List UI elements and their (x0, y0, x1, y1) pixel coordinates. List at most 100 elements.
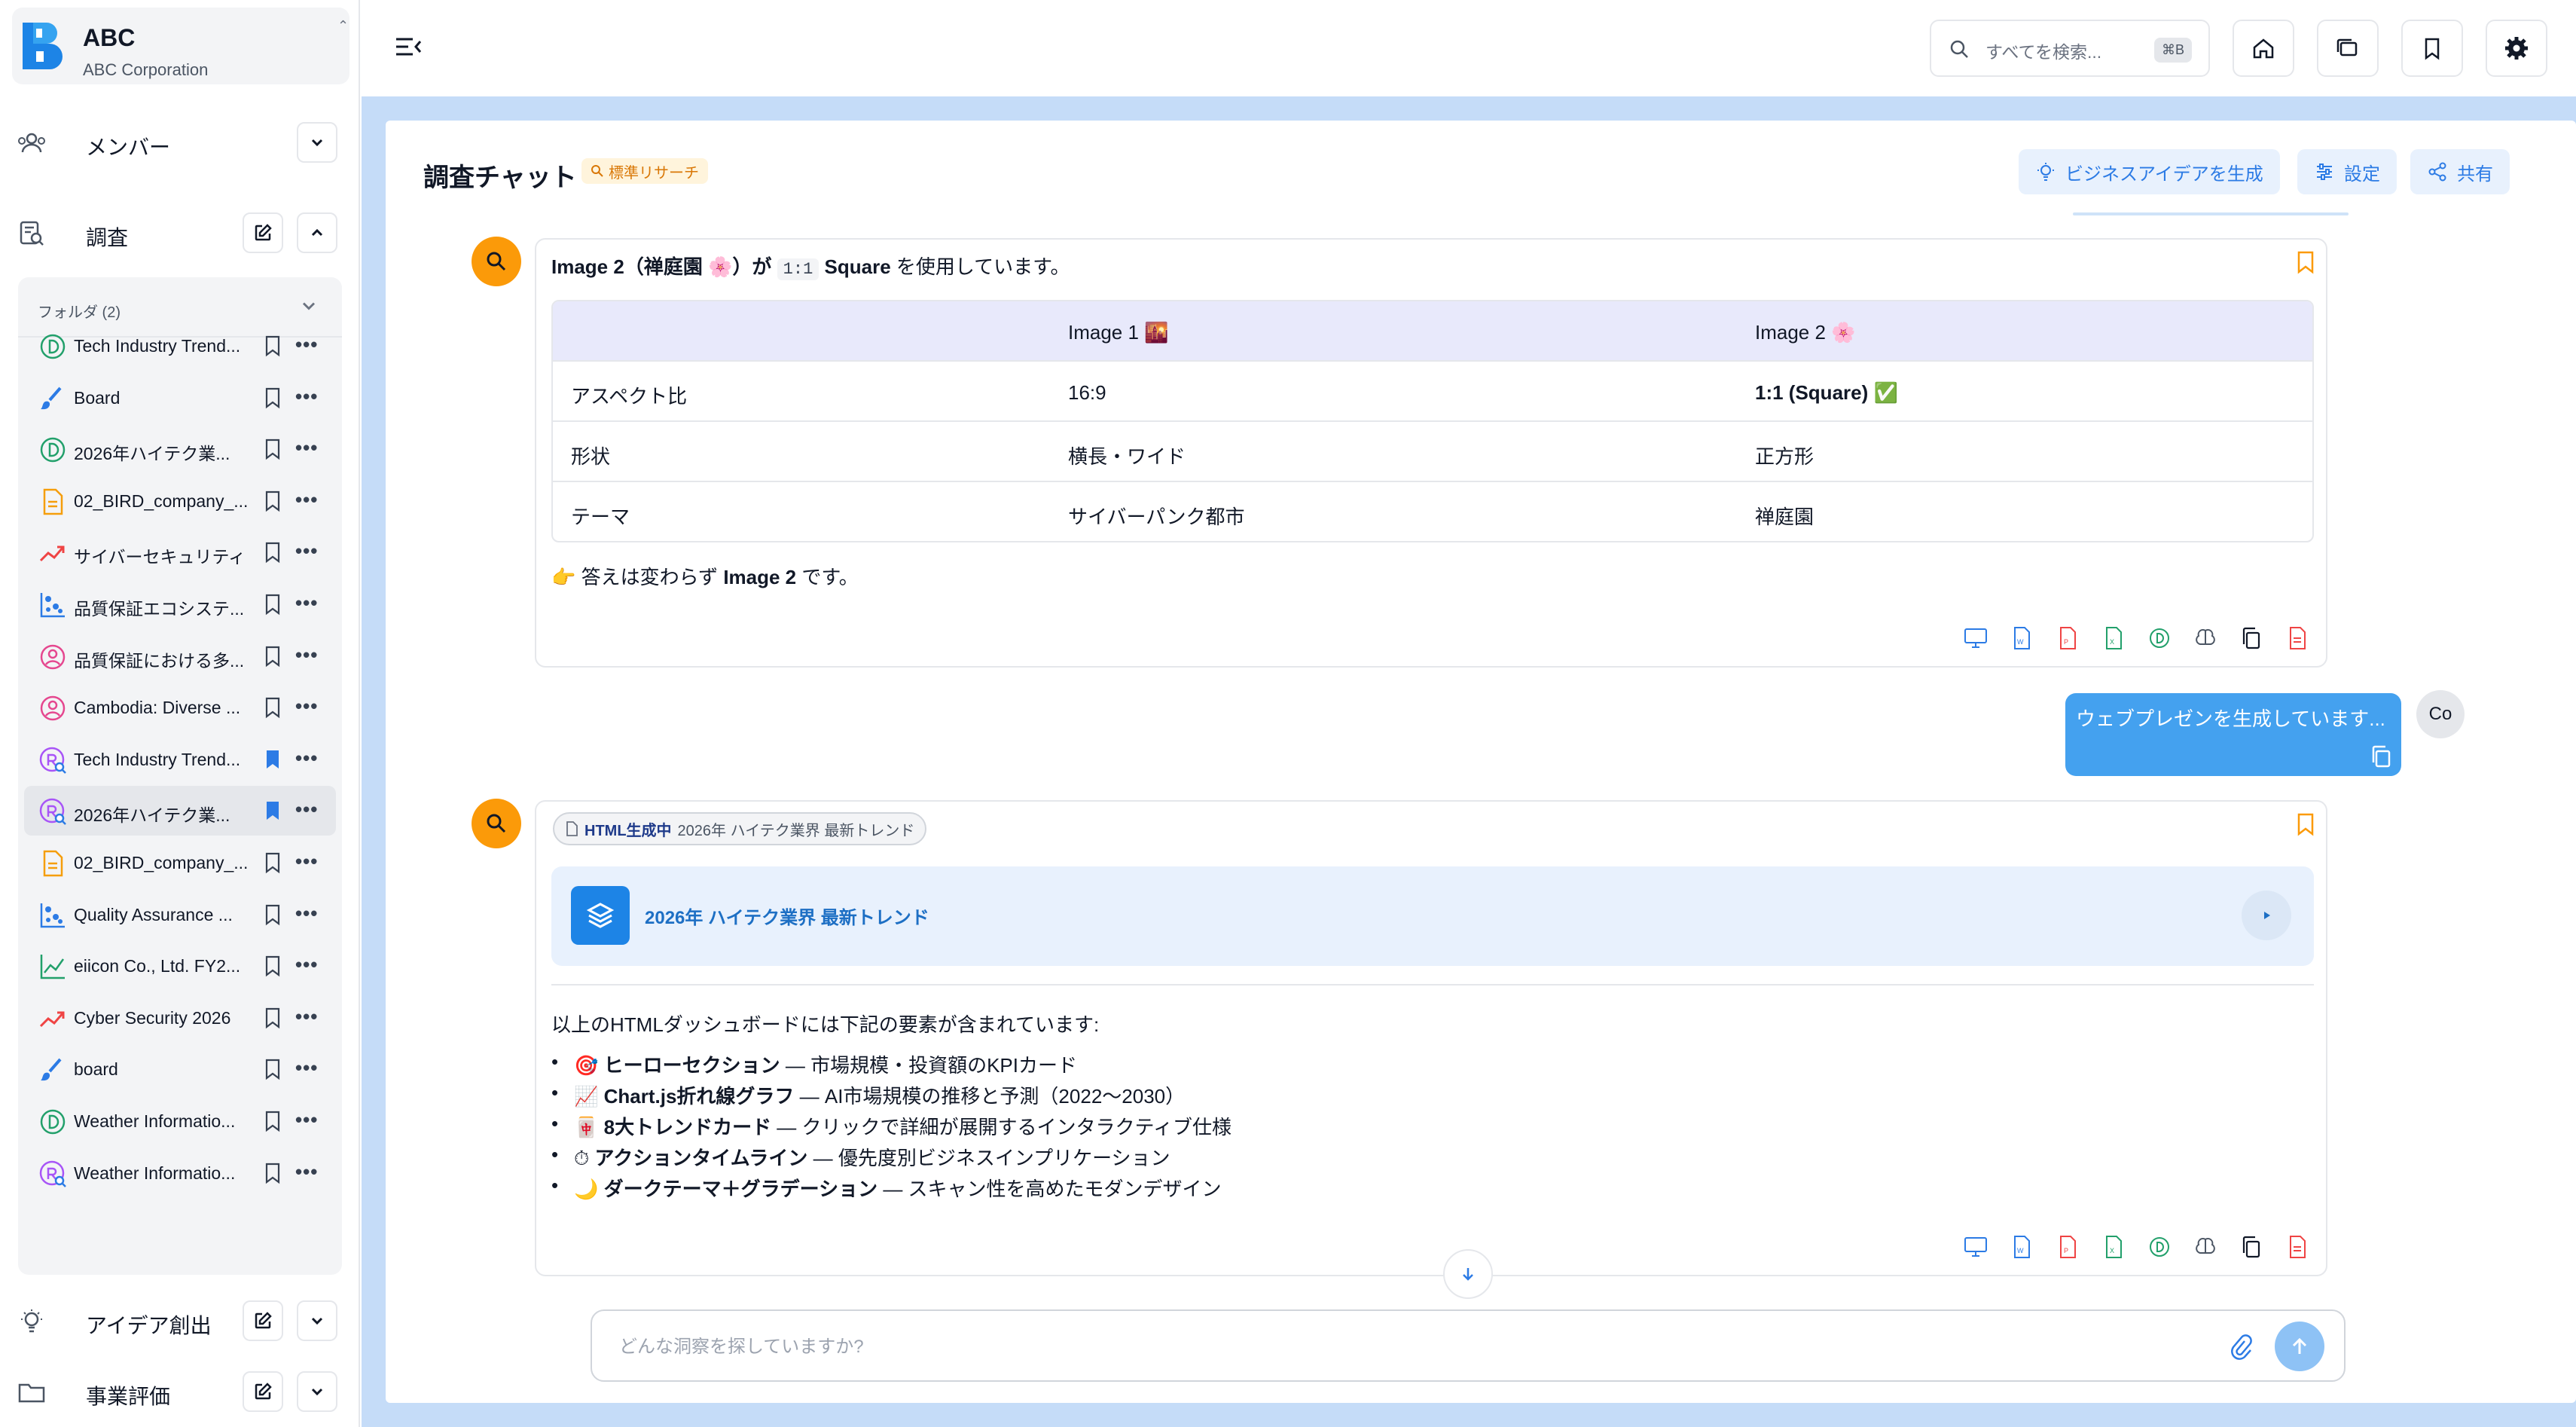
home-button[interactable] (2233, 20, 2294, 77)
bookmark-icon[interactable] (264, 335, 282, 357)
section-research[interactable]: 調査 (0, 203, 360, 264)
sidebar-research-item[interactable]: Weather Informatio... ••• (24, 1148, 336, 1198)
more-options-icon[interactable]: ••• (295, 902, 318, 925)
bookmark-icon[interactable] (264, 438, 282, 460)
library-button[interactable] (2317, 20, 2379, 77)
more-options-icon[interactable]: ••• (295, 1108, 318, 1132)
copy-icon[interactable] (2239, 625, 2264, 651)
bookmark-icon[interactable] (264, 1007, 282, 1029)
more-options-icon[interactable]: ••• (295, 747, 318, 770)
d-circle-icon[interactable] (2147, 1234, 2172, 1260)
d-circle-icon[interactable] (2147, 625, 2172, 651)
bookmark-icon[interactable] (2296, 250, 2315, 274)
artifact-open-button[interactable] (2242, 891, 2291, 940)
more-options-icon[interactable]: ••• (295, 591, 318, 615)
monitor-icon[interactable] (1963, 1234, 1988, 1260)
sidebar-research-item[interactable]: board ••• (24, 1044, 336, 1094)
sidebar-research-item[interactable]: 品質保証における多... ••• (24, 631, 336, 681)
research-collapse-button[interactable] (297, 212, 337, 253)
section-members[interactable]: メンバー (0, 113, 360, 173)
sidebar-research-item[interactable]: 品質保証エコシステ... ••• (24, 579, 336, 629)
evaluation-expand-button[interactable] (297, 1371, 337, 1412)
more-options-icon[interactable]: ••• (295, 333, 318, 356)
bookmark-icon[interactable] (264, 645, 282, 668)
word-doc-icon[interactable]: W (2009, 1234, 2034, 1260)
bookmark-icon[interactable] (264, 541, 282, 564)
word-doc-icon[interactable]: W (2009, 625, 2034, 651)
artifact-card[interactable]: 2026年 ハイテク業界 最新トレンド (551, 866, 2314, 966)
paperclip-icon[interactable] (2227, 1332, 2254, 1362)
more-options-icon[interactable]: ••• (295, 850, 318, 873)
table-header-cell: Image 1 🌇 (1068, 321, 1169, 344)
sidebar-research-item[interactable]: 02_BIRD_company_... ••• (24, 838, 336, 888)
sidebar-research-item[interactable]: Board ••• (24, 373, 336, 423)
sidebar-research-item[interactable]: Tech Industry Trend... ••• (24, 321, 336, 371)
sidebar-research-item[interactable]: Tech Industry Trend... ••• (24, 735, 336, 784)
generate-ideas-button[interactable]: ビジネスアイデアを生成 (2019, 149, 2280, 194)
research-new-button[interactable] (243, 212, 283, 253)
more-options-icon[interactable]: ••• (295, 953, 318, 976)
bookmark-icon[interactable] (264, 696, 282, 719)
sidebar-research-item[interactable]: eiicon Co., Ltd. FY2... ••• (24, 941, 336, 991)
ideas-new-button[interactable] (243, 1300, 283, 1341)
sidebar-research-item[interactable]: Weather Informatio... ••• (24, 1096, 336, 1146)
bookmark-icon[interactable] (264, 955, 282, 977)
bookmarks-button[interactable] (2401, 20, 2463, 77)
bookmark-icon[interactable] (264, 851, 282, 874)
sidebar-research-item[interactable]: Quality Assurance ... ••• (24, 890, 336, 940)
chevron-updown-icon[interactable]: ⌃ (337, 18, 349, 34)
brain-icon[interactable] (2193, 625, 2218, 651)
chat-settings-button[interactable]: 設定 (2297, 149, 2397, 194)
copy-icon[interactable] (2370, 744, 2392, 769)
bookmark-icon[interactable] (264, 593, 282, 616)
chat-input[interactable] (619, 1331, 2201, 1364)
evaluation-new-button[interactable] (243, 1371, 283, 1412)
sidebar-toggle-icon[interactable] (393, 32, 423, 62)
more-options-icon[interactable]: ••• (295, 1005, 318, 1028)
monitor-icon[interactable] (1963, 625, 1988, 651)
copy-icon[interactable] (2239, 1234, 2264, 1260)
bookmark-icon[interactable] (264, 1110, 282, 1132)
more-options-icon[interactable]: ••• (295, 798, 318, 821)
brain-icon[interactable] (2193, 1234, 2218, 1260)
pdf-doc-icon[interactable]: P (2055, 625, 2080, 651)
section-evaluation[interactable]: 事業評価 (0, 1362, 360, 1422)
excel-doc-icon[interactable]: X (2101, 625, 2126, 651)
bookmark-icon[interactable] (264, 748, 282, 771)
more-options-icon[interactable]: ••• (295, 643, 318, 667)
org-switcher[interactable]: ABC ABC Corporation ⌃ (12, 8, 349, 84)
more-options-icon[interactable]: ••• (295, 1056, 318, 1080)
settings-button[interactable] (2486, 20, 2547, 77)
global-search[interactable]: すべてを検索... ⌘B (1930, 20, 2210, 77)
more-options-icon[interactable]: ••• (295, 488, 318, 512)
sidebar-research-item[interactable]: 2026年ハイテク業... ••• (24, 786, 336, 836)
sidebar-research-item[interactable]: 2026年ハイテク業... ••• (24, 424, 336, 474)
bookmark-icon[interactable] (264, 1162, 282, 1184)
more-options-icon[interactable]: ••• (295, 695, 318, 718)
bookmark-icon[interactable] (2296, 812, 2315, 836)
more-options-icon[interactable]: ••• (295, 1160, 318, 1184)
report-doc-icon[interactable] (2285, 625, 2310, 651)
more-options-icon[interactable]: ••• (295, 385, 318, 408)
excel-doc-icon[interactable]: X (2101, 1234, 2126, 1260)
share-button[interactable]: 共有 (2410, 149, 2510, 194)
pdf-doc-icon[interactable]: P (2055, 1234, 2080, 1260)
section-ideas[interactable]: アイデア創出 (0, 1291, 360, 1352)
members-expand-button[interactable] (297, 122, 337, 163)
bookmark-icon[interactable] (264, 1058, 282, 1080)
more-options-icon[interactable]: ••• (295, 436, 318, 460)
bookmark-icon[interactable] (264, 387, 282, 409)
sidebar-research-item[interactable]: 02_BIRD_company_... ••• (24, 476, 336, 526)
send-button[interactable] (2275, 1322, 2324, 1371)
bookmark-icon[interactable] (264, 903, 282, 926)
sidebar-research-item[interactable]: Cyber Security 2026 ••• (24, 993, 336, 1043)
bookmark-icon[interactable] (264, 490, 282, 512)
conclusion-pre: 👉 答えは変わらず (551, 566, 719, 588)
scroll-to-bottom-button[interactable] (1443, 1249, 1493, 1299)
bookmark-icon[interactable] (264, 799, 282, 822)
more-options-icon[interactable]: ••• (295, 539, 318, 563)
sidebar-research-item[interactable]: Cambodia: Diverse ... ••• (24, 683, 336, 732)
ideas-expand-button[interactable] (297, 1300, 337, 1341)
report-doc-icon[interactable] (2285, 1234, 2310, 1260)
sidebar-research-item[interactable]: サイバーセキュリティ ••• (24, 527, 336, 577)
